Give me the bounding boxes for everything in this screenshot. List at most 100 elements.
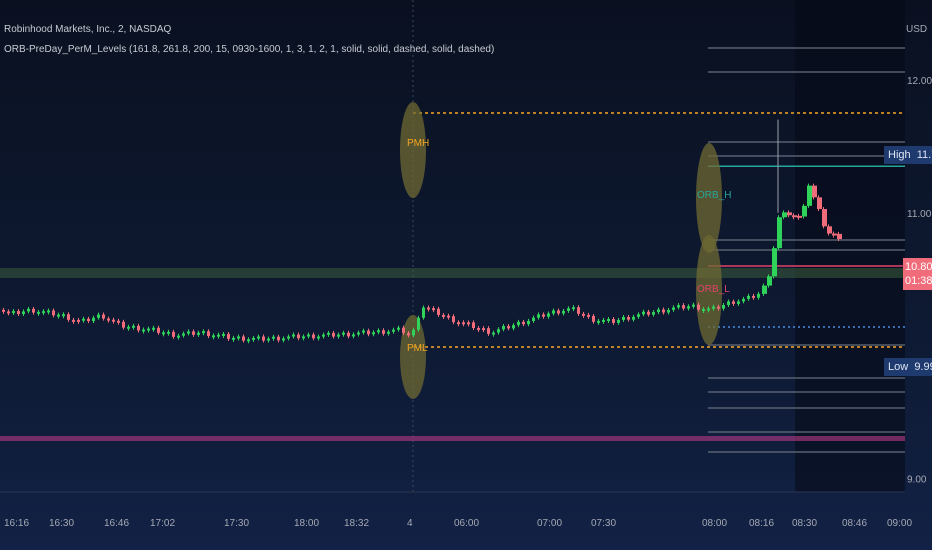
symbol-title: Robinhood Markets, Inc., 2, NASDAQ bbox=[4, 24, 172, 35]
candle bbox=[732, 301, 735, 304]
candle bbox=[232, 337, 235, 340]
candle bbox=[522, 321, 525, 325]
candle bbox=[337, 334, 340, 337]
time-axis-tick: 08:30 bbox=[792, 518, 817, 529]
candle bbox=[357, 332, 360, 335]
candle bbox=[17, 311, 20, 315]
candle bbox=[397, 327, 400, 330]
candle bbox=[472, 322, 475, 329]
candle bbox=[382, 330, 385, 334]
candle bbox=[207, 331, 210, 337]
candle bbox=[762, 285, 767, 294]
countdown: 01:38 bbox=[905, 275, 932, 287]
candle bbox=[767, 276, 772, 286]
candle bbox=[92, 317, 95, 322]
candle bbox=[672, 307, 675, 310]
time-axis-tick: 06:00 bbox=[454, 518, 479, 529]
candle bbox=[222, 333, 225, 336]
candle bbox=[252, 337, 255, 340]
candle bbox=[162, 332, 165, 335]
candle bbox=[777, 217, 782, 249]
candle bbox=[812, 185, 817, 198]
chart-canvas[interactable]: PMH PML ORB_H ORB_L USD 12.00 11.00 9.00 16:16 16… bbox=[0, 0, 932, 550]
candle bbox=[452, 316, 455, 323]
candle bbox=[192, 331, 195, 335]
candle bbox=[662, 309, 665, 313]
candle bbox=[837, 233, 842, 240]
candle bbox=[257, 336, 260, 339]
time-axis-tick: 08:16 bbox=[749, 518, 774, 529]
time-axis-tick: 07:00 bbox=[537, 518, 562, 529]
candle bbox=[287, 336, 290, 339]
candle bbox=[832, 233, 837, 236]
candle bbox=[737, 301, 740, 304]
candle bbox=[32, 308, 35, 313]
candle bbox=[442, 314, 445, 317]
high-label-box: High 11.75 bbox=[884, 146, 932, 164]
candle bbox=[297, 334, 300, 339]
session-shade bbox=[795, 0, 905, 492]
candle bbox=[702, 309, 705, 312]
low-label-box: Low 9.99 bbox=[884, 358, 932, 376]
candle bbox=[547, 313, 550, 317]
time-axis-tick: 08:46 bbox=[842, 518, 867, 529]
candle bbox=[302, 336, 305, 339]
candle bbox=[87, 318, 90, 322]
low-label: Low bbox=[888, 361, 909, 373]
candle bbox=[262, 336, 265, 341]
indicator-title[interactable]: ORB-PreDay_PerM_Levels (161.8, 261.8, 20… bbox=[4, 44, 494, 55]
candle bbox=[362, 330, 365, 333]
price-axis-tick: 9.00 bbox=[907, 475, 927, 486]
candle bbox=[407, 332, 410, 336]
candle bbox=[532, 317, 535, 321]
candle bbox=[132, 325, 135, 328]
candle bbox=[7, 311, 10, 314]
candle bbox=[807, 185, 812, 206]
candle bbox=[12, 311, 15, 314]
candle bbox=[57, 314, 60, 317]
candle bbox=[2, 309, 5, 312]
candle bbox=[37, 311, 40, 314]
candle bbox=[497, 329, 500, 333]
candle bbox=[582, 313, 585, 316]
candle bbox=[377, 330, 380, 333]
candle bbox=[97, 314, 100, 318]
candle bbox=[782, 212, 787, 218]
candle bbox=[797, 215, 802, 218]
candle bbox=[562, 310, 565, 314]
price-axis-tick: 12.00 bbox=[907, 76, 932, 87]
candle bbox=[652, 312, 655, 315]
candle bbox=[817, 197, 822, 210]
candle bbox=[512, 325, 515, 329]
candle bbox=[392, 329, 395, 332]
candle bbox=[332, 332, 335, 337]
candle bbox=[657, 309, 660, 313]
candle bbox=[517, 321, 520, 326]
candle bbox=[147, 328, 150, 331]
candle bbox=[507, 326, 510, 329]
candle bbox=[437, 308, 440, 315]
candle bbox=[42, 311, 45, 314]
time-axis-tick: 17:30 bbox=[224, 518, 249, 529]
candle bbox=[687, 306, 690, 309]
candle bbox=[102, 314, 105, 319]
candle bbox=[642, 311, 645, 315]
current-price: 10.80 bbox=[905, 261, 932, 273]
candle bbox=[327, 332, 330, 335]
candle bbox=[187, 331, 190, 334]
price-axis-tick: 11.00 bbox=[907, 209, 932, 220]
candle bbox=[67, 314, 70, 320]
candle bbox=[387, 331, 390, 334]
candle bbox=[272, 336, 275, 339]
candle bbox=[527, 320, 530, 325]
candle bbox=[557, 310, 560, 314]
candle bbox=[577, 307, 580, 314]
pml-ellipse-label: PML bbox=[407, 343, 428, 354]
candle bbox=[277, 336, 280, 341]
candle bbox=[542, 314, 545, 317]
candle bbox=[367, 330, 370, 335]
candle bbox=[622, 317, 625, 320]
candle bbox=[697, 304, 700, 310]
candle bbox=[52, 310, 55, 316]
candle bbox=[567, 308, 570, 311]
